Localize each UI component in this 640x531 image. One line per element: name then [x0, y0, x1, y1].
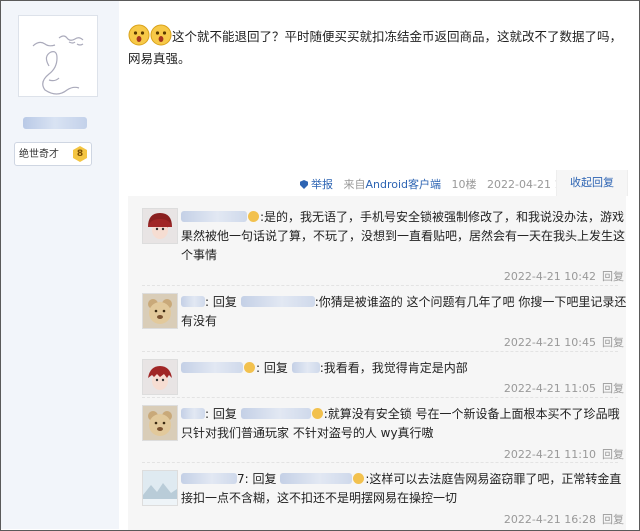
reply-time: 2022-4-21 11:10	[503, 448, 596, 461]
reply-target-blurred[interactable]	[240, 296, 315, 307]
reply-button[interactable]: 回复	[602, 382, 624, 395]
reply-username-blurred[interactable]	[181, 362, 243, 373]
bear-avatar-icon	[143, 294, 177, 328]
reply-meta: 2022-4-21 16:28 回复	[504, 511, 624, 527]
reply-time: 2022-4-21 11:05	[503, 382, 596, 395]
reply-name-suffix: 7:	[237, 472, 249, 486]
reply-username-blurred[interactable]	[181, 408, 205, 419]
author-username-blurred[interactable]	[23, 117, 87, 129]
reply-username-blurred[interactable]	[181, 211, 247, 222]
reply-text-block: : 回复 :我看看，我觉得肯定是内部	[181, 359, 627, 378]
reply-meta: 2022-4-21 10:42 回复	[504, 268, 624, 284]
post-meta: 举报 来自Android客户端 10楼 2022-04-21 10:41	[300, 176, 586, 192]
reply-time: 2022-4-21 10:42	[503, 270, 596, 283]
avatar[interactable]	[142, 470, 178, 506]
reply-to-label: 回复	[212, 407, 237, 421]
collapse-reply-button[interactable]: 收起回复	[556, 170, 628, 196]
reply-target-blurred[interactable]	[240, 408, 311, 419]
avatar[interactable]	[142, 405, 178, 441]
anime-boy-avatar-icon	[143, 360, 177, 394]
anime-boy-avatar-icon	[143, 209, 177, 243]
reply-text: :我看看，我觉得肯定是内部	[319, 361, 468, 375]
divider	[142, 285, 618, 286]
reply-target-blurred[interactable]	[280, 473, 353, 484]
source-device-link[interactable]: Android客户端	[366, 178, 442, 191]
reply-to-label: 回复	[212, 295, 237, 309]
snowy-landscape-avatar-icon	[143, 471, 177, 505]
reply-text-block: :是的，我无语了，手机号安全锁被强制修改了，和我说没办法，游戏果然被他一句话说了…	[181, 208, 627, 265]
author-sidebar: 绝世奇才 8	[1, 1, 119, 529]
avatar[interactable]	[142, 293, 178, 329]
reply-list: :是的，我无语了，手机号安全锁被强制修改了，和我说没办法，游戏果然被他一句话说了…	[128, 196, 626, 530]
reply-text-block: : 回复 :就算没有安全锁 号在一个新设备上面根本买不了珍品哦 只针对我们普通玩…	[181, 407, 620, 440]
reply-button[interactable]: 回复	[602, 270, 624, 283]
divider	[142, 462, 618, 463]
badge-icon	[248, 211, 259, 222]
reply-meta: 2022-4-21 11:05 回复	[504, 380, 624, 396]
report-shield-icon	[300, 180, 308, 189]
source-prefix: 来自	[343, 178, 366, 191]
avatar[interactable]	[142, 359, 178, 395]
author-avatar[interactable]	[18, 15, 98, 97]
divider	[142, 397, 618, 398]
reply-button[interactable]: 回复	[602, 448, 624, 461]
bear-avatar-icon	[143, 406, 177, 440]
surprised-emoji-icon	[128, 24, 150, 46]
reply-text-block: 7: 回复 :这样可以去法庭告网易盗窃罪了吧，正常转金直接扣一点不含糊，这不扣还…	[181, 470, 627, 508]
divider	[142, 351, 618, 352]
floor-number: 10楼	[451, 178, 477, 191]
post-text: 这个就不能退回了？平时随便买买就扣冻结金币返回商品，这就改不了数据了吗，网易真强…	[128, 29, 623, 66]
surprised-emoji-icon-2	[150, 24, 172, 46]
reply-button[interactable]: 回复	[602, 336, 624, 349]
badge-icon	[244, 362, 255, 373]
reply-meta: 2022-4-21 11:10 回复	[504, 446, 624, 462]
badge-icon	[311, 408, 323, 419]
reply-to-label: 回复	[252, 472, 277, 486]
reply-username-blurred[interactable]	[181, 473, 237, 484]
post-content: 这个就不能退回了？平时随便买买就扣冻结金币返回商品，这就改不了数据了吗，网易真强…	[128, 24, 624, 70]
report-link[interactable]: 举报	[300, 178, 333, 191]
reply-to-label: 回复	[263, 361, 288, 375]
reply-username-blurred[interactable]	[181, 296, 205, 307]
reply-meta: 2022-4-21 10:45 回复	[504, 334, 624, 350]
reply-time: 2022-4-21 10:45	[503, 336, 596, 349]
author-level: 8	[76, 149, 84, 159]
author-title: 绝世奇才	[19, 149, 59, 160]
reply-target-blurred[interactable]	[291, 362, 320, 373]
report-label: 举报	[311, 178, 333, 191]
reply-button[interactable]: 回复	[602, 513, 624, 526]
reply-text-block: : 回复 :你猜是被谁盗的 这个问题有几年了吧 你搜一下吧里记录还有没有	[181, 295, 627, 328]
reply-time: 2022-4-21 16:28	[503, 513, 596, 526]
badge-icon	[353, 473, 365, 484]
dinosaur-sketch-icon	[32, 35, 84, 95]
avatar[interactable]	[142, 208, 178, 244]
